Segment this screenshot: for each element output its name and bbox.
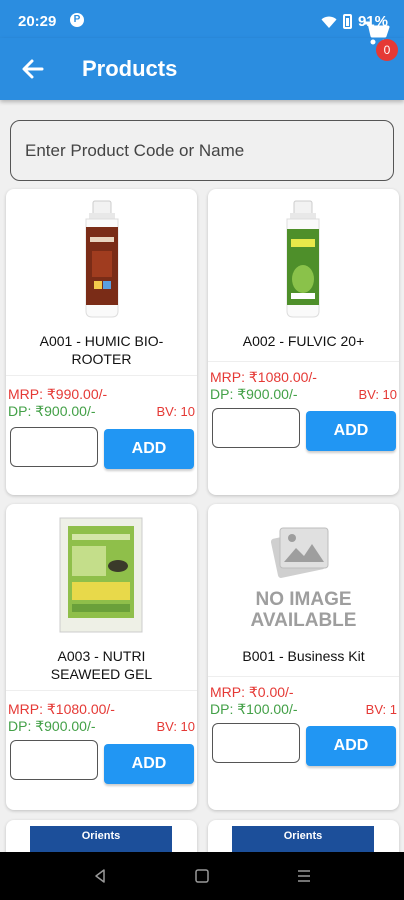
quantity-input[interactable]	[212, 723, 300, 763]
product-dp: DP: ₹900.00/-	[210, 386, 298, 402]
no-image-line-1: NO IMAGE	[255, 589, 352, 610]
battery-icon	[342, 14, 352, 29]
product-card-b001[interactable]: NO IMAGE AVAILABLE B001 - Business Kit M…	[208, 504, 399, 810]
add-to-cart-button[interactable]: ADD	[306, 411, 396, 451]
product-image	[6, 189, 197, 319]
product-image: NO IMAGE AVAILABLE	[208, 504, 399, 634]
banner-text: Orients	[81, 830, 121, 842]
no-image-icon	[270, 527, 329, 578]
add-to-cart-button[interactable]: ADD	[104, 744, 194, 784]
quantity-input[interactable]	[10, 427, 98, 467]
nav-recents-icon[interactable]	[296, 868, 312, 884]
product-mrp: MRP: ₹990.00/-	[8, 386, 108, 402]
product-dp: DP: ₹900.00/-	[8, 718, 96, 734]
page-title: Products	[82, 56, 178, 81]
product-name: B001 - Business Kit	[242, 648, 365, 664]
seaweed-pouch-image	[59, 517, 143, 633]
status-time: 20:29	[18, 13, 57, 30]
no-image-line-2: AVAILABLE	[250, 610, 357, 631]
wifi-icon	[321, 16, 337, 28]
app-bar: Products	[0, 38, 404, 100]
product-mrp: MRP: ₹1080.00/-	[210, 369, 317, 385]
status-bar: 20:29 P 91%	[0, 0, 404, 38]
product-dp: DP: ₹100.00/-	[210, 701, 298, 717]
nav-back-icon[interactable]	[92, 868, 108, 884]
back-arrow-icon	[22, 59, 44, 79]
product-name: A001 - HUMIC BIO-ROOTER	[39, 333, 164, 367]
quantity-input[interactable]	[212, 408, 300, 448]
search-input[interactable]	[11, 121, 393, 180]
divider	[208, 676, 399, 677]
back-button[interactable]	[18, 54, 48, 84]
product-mrp: MRP: ₹0.00/-	[210, 684, 294, 700]
divider	[6, 375, 197, 376]
cart-count-badge: 0	[376, 39, 398, 61]
banner-text: Orients	[283, 830, 323, 842]
product-name: A003 - NUTRI SEAWEED GEL	[50, 648, 153, 682]
quantity-input[interactable]	[10, 740, 98, 780]
nav-home-icon[interactable]	[194, 868, 210, 884]
divider	[208, 361, 399, 362]
product-bv: BV: 10	[156, 404, 195, 419]
product-mrp: MRP: ₹1080.00/-	[8, 701, 115, 717]
divider	[6, 690, 197, 691]
product-bv: BV: 10	[156, 719, 195, 734]
product-dp: DP: ₹900.00/-	[8, 403, 96, 419]
humic-bottle-image	[85, 200, 119, 318]
search-box	[10, 120, 394, 181]
add-to-cart-button[interactable]: ADD	[104, 429, 194, 469]
product-image	[208, 189, 399, 319]
system-nav-bar	[0, 852, 404, 900]
product-bv: BV: 10	[358, 387, 397, 402]
product-image	[6, 504, 197, 634]
product-card-a002[interactable]: A002 - FULVIC 20+ MRP: ₹1080.00/- DP: ₹9…	[208, 189, 399, 495]
product-name: A002 - FULVIC 20+	[242, 333, 365, 349]
add-to-cart-button[interactable]: ADD	[306, 726, 396, 766]
product-card-a003[interactable]: A003 - NUTRI SEAWEED GEL MRP: ₹1080.00/-…	[6, 504, 197, 810]
fulvic-bottle-image	[286, 200, 320, 318]
product-card-a001[interactable]: A001 - HUMIC BIO-ROOTER MRP: ₹990.00/- D…	[6, 189, 197, 495]
app-notification-icon: P	[70, 13, 84, 27]
product-bv: BV: 1	[365, 702, 397, 717]
